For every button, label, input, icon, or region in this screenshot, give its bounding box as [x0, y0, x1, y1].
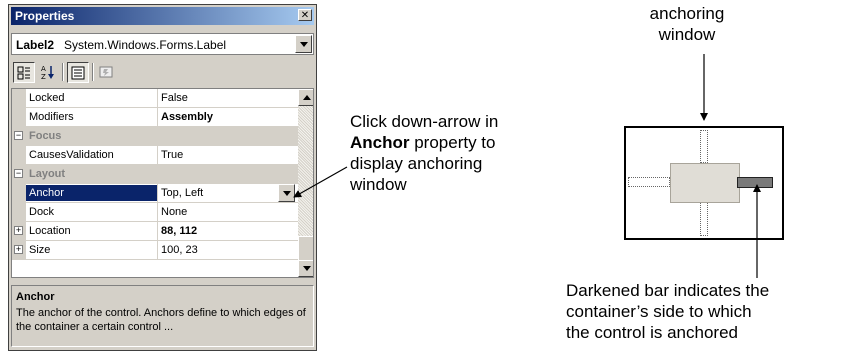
annotation-arrows — [293, 54, 761, 278]
arrow-to-dropdown — [293, 166, 348, 198]
